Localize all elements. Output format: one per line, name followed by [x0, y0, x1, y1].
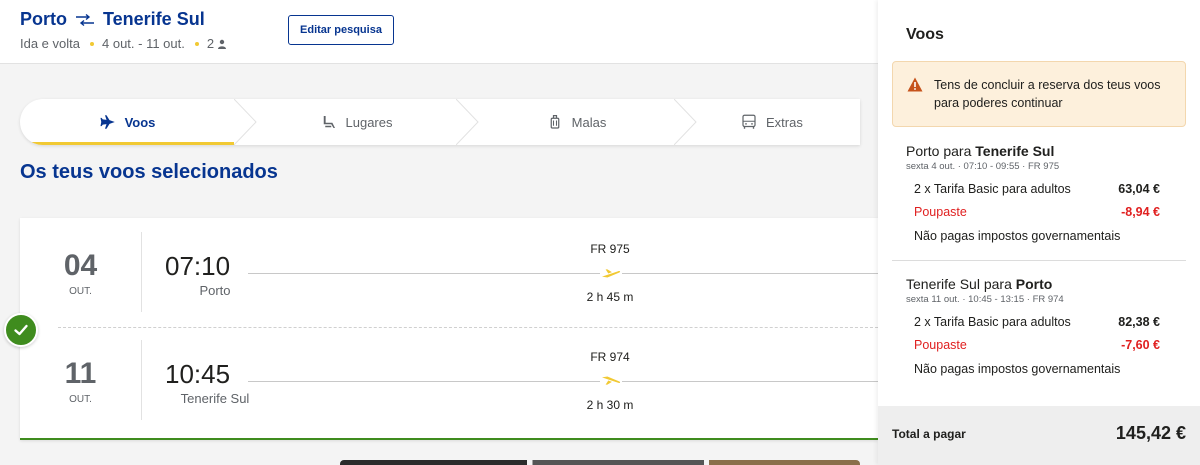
step-label: Lugares [345, 114, 393, 130]
person-icon [218, 39, 227, 49]
tax-note-row: Não pagas impostos governamentais [914, 362, 1160, 376]
leg-to: Porto [1015, 276, 1053, 292]
flight-duration: 2 h 45 m [586, 290, 634, 304]
seat-icon [323, 116, 335, 128]
flight-date: 11 OUT. [20, 340, 142, 420]
leg-from: Tenerife Sul [906, 276, 980, 292]
fare-row: 2 x Tarifa Basic para adultos 82,38 € [914, 315, 1160, 329]
total-bar: Total a pagar 145,42 € [878, 406, 1200, 465]
leg-outbound: Porto para Tenerife Sul sexta 4 out. · 0… [906, 143, 1168, 243]
step-label: Malas [571, 114, 607, 130]
leg-subtitle: sexta 4 out. · 07:10 - 09:55 · FR 975 [906, 161, 1060, 172]
origin-label: Porto [20, 9, 67, 29]
total-label: Total a pagar [892, 427, 966, 441]
warning-banner: Tens de concluir a reserva dos teus voos… [892, 61, 1186, 127]
promo-images-strip [340, 460, 860, 465]
flight-number: FR 974 [590, 350, 630, 364]
plane-icon [600, 264, 622, 282]
step-separator [456, 99, 479, 145]
luggage-icon [550, 115, 560, 129]
top-header: Porto Tenerife Sul Ida e volta 4 out. - … [0, 0, 878, 64]
date-day: 11 [64, 357, 97, 390]
trip-dates: 4 out. - 11 out. [102, 36, 185, 51]
warning-text: Tens de concluir a reserva dos teus voos… [934, 78, 1161, 110]
tab-voos[interactable]: Voos [20, 99, 234, 145]
saving-row: Poupaste -7,60 € [914, 338, 1160, 352]
flight-row-outbound[interactable]: 04 OUT. 07:10 Porto FR 975 2 h 45 m [20, 218, 878, 326]
leg-return: Tenerife Sul para Porto sexta 11 out. · … [906, 276, 1168, 376]
saving-amount: -8,94 € [1121, 205, 1160, 219]
fare-label: 2 x Tarifa Basic para adultos [914, 315, 1071, 329]
leg-to: Tenerife Sul [975, 143, 1055, 159]
saving-row: Poupaste -8,94 € [914, 205, 1160, 219]
separator-dot [194, 41, 199, 46]
date-day: 04 [63, 249, 98, 282]
fare-label: 2 x Tarifa Basic para adultos [914, 182, 1071, 196]
round-trip-icon [76, 13, 94, 26]
departure-city: Porto [199, 283, 231, 298]
total-amount: 145,42 € [1115, 423, 1186, 443]
fare-amount: 63,04 € [1118, 182, 1160, 196]
edit-search-button[interactable]: Editar pesquisa [288, 15, 394, 45]
saving-amount: -7,60 € [1121, 338, 1160, 352]
sidebar-title: Voos [906, 26, 944, 43]
check-icon [4, 313, 38, 347]
plane-icon [600, 372, 622, 390]
departure-time: 10:45 [165, 359, 231, 389]
route-title: Porto Tenerife Sul [20, 9, 205, 30]
departure-city: Tenerife Sul [180, 391, 250, 406]
booking-steps: Voos Lugares Malas Extras [20, 99, 860, 145]
fare-row: 2 x Tarifa Basic para adultos 63,04 € [914, 182, 1160, 196]
date-month: OUT. [69, 286, 92, 297]
trip-type: Ida e volta [20, 36, 80, 51]
saving-label: Poupaste [914, 205, 967, 219]
trip-meta: Ida e volta 4 out. - 11 out. 2 [20, 36, 227, 51]
departure-time: 07:10 [165, 251, 231, 281]
leg-from: Porto [906, 143, 940, 159]
route-line [248, 273, 878, 274]
leg-connector: para [943, 143, 972, 159]
page-title: Os teus voos selecionados [20, 161, 278, 183]
tax-note: Não pagas impostos governamentais [914, 229, 1121, 243]
step-separator [674, 99, 697, 145]
tab-extras[interactable]: Extras [696, 99, 860, 145]
tax-note: Não pagas impostos governamentais [914, 362, 1121, 376]
warning-icon [907, 77, 923, 92]
leg-divider [892, 260, 1186, 261]
passenger-count: 2 [206, 36, 215, 51]
step-separator [234, 99, 257, 145]
flight-number: FR 975 [590, 242, 630, 256]
route-line [248, 381, 878, 382]
leg-title: Porto para Tenerife Sul [906, 143, 1168, 159]
saving-label: Poupaste [914, 338, 967, 352]
destination-label: Tenerife Sul [103, 9, 205, 29]
leg-subtitle: sexta 11 out. · 10:45 - 13:15 · FR 974 [906, 294, 1064, 305]
bus-icon [742, 114, 756, 129]
leg-connector: para [983, 276, 1012, 292]
tax-note-row: Não pagas impostos governamentais [914, 229, 1160, 243]
leg-title: Tenerife Sul para Porto [906, 276, 1168, 292]
flight-date: 04 OUT. [20, 232, 142, 312]
flight-row-return[interactable]: 11 OUT. 10:45 Tenerife Sul FR 974 2 h 30… [20, 326, 878, 434]
separator-dot [90, 41, 94, 46]
plane-icon [100, 115, 115, 129]
tab-malas[interactable]: Malas [478, 99, 674, 145]
active-step-indicator [20, 142, 234, 145]
step-label: Voos [124, 114, 156, 130]
selected-flights-card: 04 OUT. 07:10 Porto FR 975 2 h 45 m 11 O… [20, 218, 878, 440]
fare-amount: 82,38 € [1118, 315, 1160, 329]
flight-duration: 2 h 30 m [586, 398, 634, 412]
tab-lugares[interactable]: Lugares [256, 99, 456, 145]
date-month: OUT. [69, 394, 92, 405]
booking-summary-sidebar: Voos Tens de concluir a reserva dos teus… [878, 0, 1200, 465]
step-label: Extras [766, 114, 803, 130]
